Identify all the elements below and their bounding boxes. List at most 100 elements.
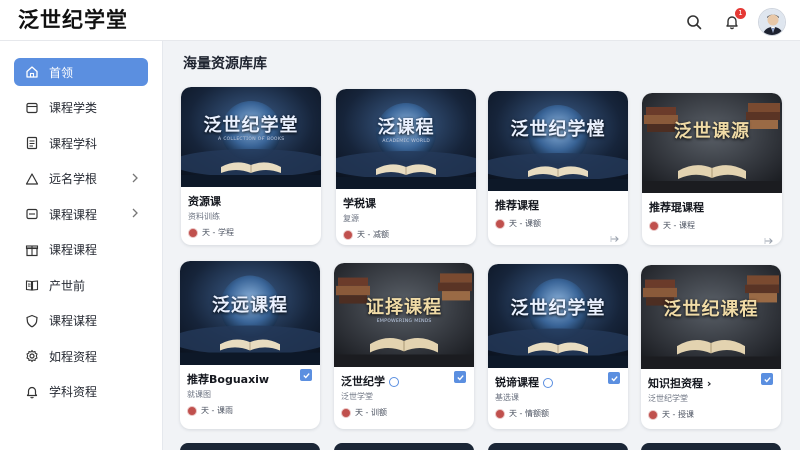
thumbnail-title: 泛世纪课程: [663, 299, 759, 320]
card-thumbnail: 泛世课源: [642, 93, 782, 193]
sidebar-item-label: 远名学根: [49, 172, 98, 186]
card-thumbnail: 泛远课程: [180, 261, 320, 365]
thumbnail-title: 泛课程: [377, 117, 435, 138]
course-card[interactable]: 泛世纪学堂 锐谛课程 基选课 天 - 情额额: [488, 264, 628, 429]
bell-icon: [24, 384, 40, 400]
course-card-partial[interactable]: [488, 443, 628, 450]
card-author: 天 - 情额额: [509, 409, 549, 418]
sidebar-item-category[interactable]: 课程学类: [14, 94, 148, 122]
sidebar-item-label: 课程课程: [49, 243, 98, 257]
thumbnail-title: 泛世纪学樘: [510, 119, 606, 140]
card-title: 泛世纪学: [341, 375, 385, 388]
sidebar-item-label: 课程学类: [49, 101, 98, 115]
chevron-right-icon: [128, 206, 142, 220]
card-thumbnail: 泛世纪学樘: [488, 91, 628, 191]
share-icon[interactable]: [302, 242, 314, 245]
notifications-button[interactable]: 1: [720, 8, 746, 34]
author-avatar: [188, 227, 198, 238]
sidebar-item-home[interactable]: 首领: [14, 58, 148, 86]
category-icon: [24, 100, 40, 116]
thumbnail-subtitle: ᴀᴄᴀᴅᴇᴍɪᴄ ᴡᴏʀʟᴅ: [382, 137, 430, 144]
card-title: 学税课: [343, 197, 376, 210]
course-card-partial[interactable]: [641, 443, 781, 450]
course-card[interactable]: 泛世纪课程 知识担资程 › 泛世纪学堂 天 - 授课: [641, 265, 781, 429]
search-button[interactable]: [682, 10, 706, 34]
card-author: 天 - 课程: [663, 221, 695, 230]
author-avatar: [648, 409, 658, 420]
document-icon: [24, 135, 40, 151]
sidebar: 首领 课程学类 课程学科 远名学根 课程课程 课程课程 产世前 课程谋程 如程资…: [0, 40, 163, 450]
card-thumbnail: 泛世纪学堂: [488, 264, 628, 368]
card-title: 资源课: [188, 195, 221, 208]
author-avatar: [341, 407, 351, 418]
course-card[interactable]: 泛世纪学樘 推荐课程 天 - 课额: [488, 91, 628, 245]
thumbnail-title: 泛世纪学堂: [510, 298, 606, 319]
card-thumbnail: 证择课程 ᴇᴍᴘᴏᴡᴇʀɪɴɢ ᴍɪɴᴅs: [334, 263, 474, 367]
search-icon: [687, 15, 702, 30]
user-avatar[interactable]: [758, 8, 786, 36]
card-title: 推荐Boguaxiw: [187, 373, 270, 386]
author-avatar: [495, 218, 505, 229]
author-avatar: [495, 408, 505, 419]
card-thumbnail: 泛世纪学堂 ᴀ ᴄᴏʟʟᴇᴄᴛɪᴏɴ ᴏғ ʙᴏᴏᴋs: [181, 87, 321, 187]
sidebar-item-resources[interactable]: 学科资程: [14, 378, 148, 406]
sidebar-item-course-list[interactable]: 课程课程: [14, 236, 148, 264]
course-card[interactable]: 证择课程 ᴇᴍᴘᴏᴡᴇʀɪɴɢ ᴍɪɴᴅs 泛世纪学 泛世学堂 天 - 训额: [334, 263, 474, 429]
shield-icon: [24, 313, 40, 329]
sidebar-item-label: 课程谋程: [49, 314, 98, 328]
card-subtitle: 复源: [343, 214, 359, 223]
checkbox[interactable]: [454, 371, 466, 383]
sidebar-item-label: 课程课程: [49, 207, 98, 222]
checkbox[interactable]: [761, 373, 773, 385]
sidebar-item-label: 首领: [49, 65, 74, 80]
triangle-icon: [24, 171, 40, 187]
check-icon: [610, 375, 618, 381]
share-icon[interactable]: [763, 235, 775, 245]
top-bar: 泛世纪学堂 1: [0, 0, 800, 40]
sidebar-item-security[interactable]: 课程谋程: [14, 307, 148, 335]
check-icon: [302, 372, 310, 378]
thumbnail-subtitle: ᴀ ᴄᴏʟʟᴇᴄᴛɪᴏɴ ᴏғ ʙᴏᴏᴋs: [217, 135, 285, 142]
check-icon: [456, 374, 464, 380]
card-subtitle: 泛世学堂: [341, 392, 373, 401]
card-thumbnail: 泛课程 ᴀᴄᴀᴅᴇᴍɪᴄ ᴡᴏʀʟᴅ: [336, 89, 476, 189]
sidebar-item-label: 产世前: [49, 278, 86, 293]
book-icon: [24, 277, 40, 293]
card-subtitle: 泛世纪学堂: [648, 394, 688, 403]
sidebar-item-library[interactable]: 产世前: [14, 271, 148, 299]
share-icon[interactable]: [609, 233, 621, 245]
card-title: 知识担资程 ›: [648, 377, 712, 390]
sidebar-item-schools[interactable]: 远名学根: [14, 165, 148, 193]
checkbox[interactable]: [300, 369, 312, 381]
card-author: 天 - 课额: [509, 219, 541, 228]
card-thumbnail: 泛世纪课程: [641, 265, 781, 369]
share-icon[interactable]: [457, 244, 469, 245]
sidebar-item-label: 学科资程: [49, 385, 98, 399]
checkbox[interactable]: [608, 372, 620, 384]
box-icon: [24, 206, 40, 222]
card-author: 天 - 减额: [357, 230, 389, 239]
course-card-partial[interactable]: [180, 443, 320, 450]
card-title: 推荐课程: [495, 199, 539, 212]
thumbnail-title: 证择课程: [366, 297, 442, 318]
author-avatar: [187, 405, 197, 416]
card-subtitle: 基选课: [495, 393, 519, 402]
card-title: 推荐琨课程: [649, 201, 704, 214]
course-card[interactable]: 泛世纪学堂 ᴀ ᴄᴏʟʟᴇᴄᴛɪᴏɴ ᴏғ ʙᴏᴏᴋs 资源课 资料训练 天 -…: [181, 87, 321, 245]
top-actions: 1: [682, 8, 786, 36]
thumbnail-subtitle: ᴇᴍᴘᴏᴡᴇʀɪɴɢ ᴍɪɴᴅs: [376, 317, 432, 324]
card-title: 锐谛课程: [495, 376, 539, 389]
course-card-partial[interactable]: [334, 443, 474, 450]
card-subtitle: 资料训练: [188, 212, 220, 221]
sidebar-item-courses[interactable]: 课程课程: [14, 200, 148, 228]
thumbnail-title: 泛世纪学堂: [203, 115, 299, 136]
course-card[interactable]: 泛世课源 推荐琨课程 天 - 课程: [642, 93, 782, 245]
verified-icon: [389, 377, 399, 387]
course-card[interactable]: 泛课程 ᴀᴄᴀᴅᴇᴍɪᴄ ᴡᴏʀʟᴅ 学税课 复源 天 - 减额: [336, 89, 476, 245]
sidebar-item-settings[interactable]: 如程资程: [14, 342, 148, 370]
course-card[interactable]: 泛远课程 推荐Boguaxiw 就课图 天 - 课雨: [180, 261, 320, 429]
notification-badge: 1: [735, 8, 746, 19]
sidebar-item-subjects[interactable]: 课程学科: [14, 129, 148, 157]
gear-icon: [24, 348, 40, 364]
card-author: 天 - 课雨: [201, 406, 233, 415]
